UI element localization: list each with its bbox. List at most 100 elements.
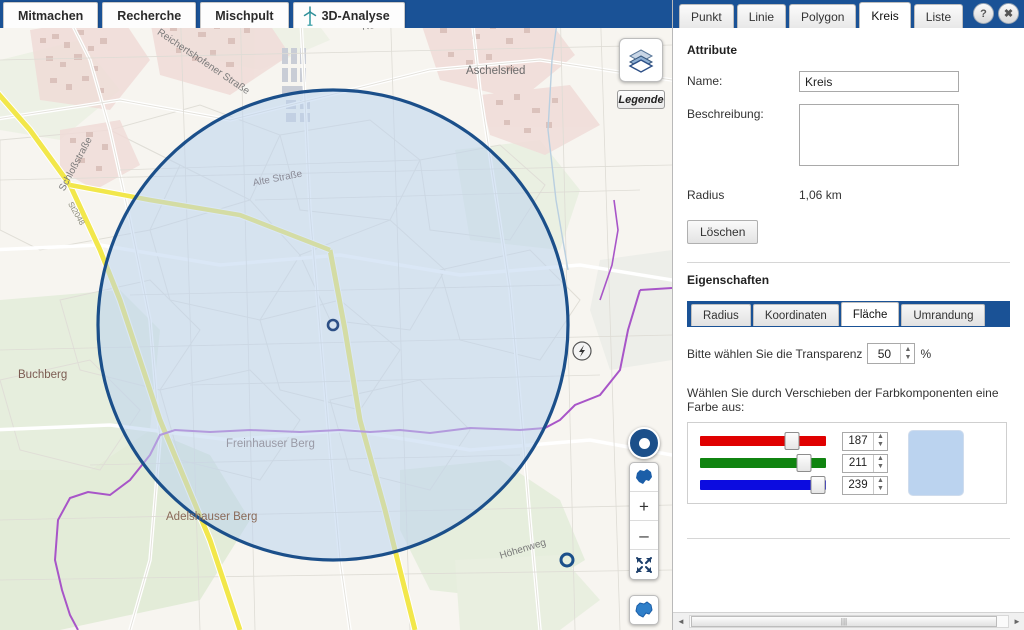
- blue-value-row: ▲ ▼: [842, 474, 888, 496]
- tab-recherche[interactable]: Recherche: [102, 2, 197, 28]
- legend-button[interactable]: Legende: [617, 90, 665, 109]
- green-value-row: ▲ ▼: [842, 452, 888, 474]
- tab-3d-analyse[interactable]: 3D-Analyse: [292, 2, 405, 28]
- blue-input[interactable]: [843, 476, 873, 494]
- close-button[interactable]: ✖: [998, 3, 1019, 24]
- transparency-spin-arrows[interactable]: ▲ ▼: [900, 344, 915, 363]
- blue-stepper[interactable]: ▲ ▼: [842, 475, 888, 495]
- blue-slider-row: [700, 474, 832, 496]
- scrollbar-grip-icon: |||: [840, 617, 848, 626]
- red-spin-arrows[interactable]: ▲ ▼: [873, 432, 887, 450]
- map-control-stack: + –: [629, 462, 659, 580]
- panel-tab-label: Kreis: [871, 8, 899, 23]
- tab-label: 3D-Analyse: [321, 8, 390, 23]
- panel-tab-polygon[interactable]: Polygon: [789, 4, 857, 28]
- color-value-column: ▲ ▼ ▲ ▼: [842, 430, 888, 496]
- zoom-in-button[interactable]: +: [630, 492, 658, 521]
- close-icon: ✖: [1003, 8, 1014, 20]
- blue-slider-track[interactable]: [700, 476, 826, 494]
- color-preview-swatch: [908, 430, 964, 496]
- panel-tab-label: Linie: [748, 9, 775, 24]
- red-stepper[interactable]: ▲ ▼: [842, 431, 888, 451]
- spin-down-icon[interactable]: ▼: [877, 441, 884, 449]
- section-divider: [687, 262, 1010, 263]
- name-field-row: Name:: [687, 71, 1010, 92]
- properties-heading: Eigenschaften: [687, 273, 770, 287]
- green-slider-knob[interactable]: [796, 454, 812, 472]
- green-slider-track[interactable]: [700, 454, 826, 472]
- bavaria-overview-button[interactable]: [629, 595, 659, 625]
- spin-up-icon[interactable]: ▲: [904, 346, 911, 354]
- panel-tab-kreis[interactable]: Kreis: [859, 2, 911, 28]
- description-textarea[interactable]: [799, 104, 959, 166]
- description-field-row: Beschreibung:: [687, 104, 1010, 166]
- spin-down-icon[interactable]: ▼: [877, 485, 884, 493]
- spin-down-icon[interactable]: ▼: [877, 463, 884, 471]
- panel-tab-punkt[interactable]: Punkt: [679, 4, 734, 28]
- spin-up-icon[interactable]: ▲: [877, 455, 884, 463]
- fullscreen-arrows-icon: [636, 556, 652, 573]
- help-button[interactable]: ?: [973, 3, 994, 24]
- spin-up-icon[interactable]: ▲: [877, 433, 884, 441]
- zoom-out-label: –: [639, 525, 649, 545]
- panel-tab-label: Polygon: [801, 9, 845, 24]
- panel-horizontal-scrollbar[interactable]: ◄ ||| ►: [673, 612, 1024, 630]
- spin-up-icon[interactable]: ▲: [877, 477, 884, 485]
- fullscreen-button[interactable]: [630, 550, 658, 579]
- bavaria-outline-icon: [636, 469, 652, 484]
- map-viewport[interactable]: Schloßstraße Reichertshofener Straße Rei…: [0, 0, 672, 630]
- locate-target-button[interactable]: [628, 427, 660, 459]
- panel-content: Attribute Name: Beschreibung: Radius 1,0…: [673, 43, 1024, 623]
- green-slider-row: [700, 452, 832, 474]
- zoom-out-button[interactable]: –: [630, 521, 658, 550]
- prop-tab-radius[interactable]: Radius: [691, 304, 751, 326]
- red-slider-track[interactable]: [700, 432, 826, 450]
- scroll-left-arrow[interactable]: ◄: [673, 613, 689, 630]
- prop-tab-label: Radius: [703, 309, 739, 322]
- panel-tab-linie[interactable]: Linie: [736, 4, 787, 28]
- percent-sign: %: [920, 346, 932, 361]
- panel-tab-label: Punkt: [691, 9, 722, 24]
- scrollbar-thumb[interactable]: |||: [691, 616, 997, 627]
- attributes-heading: Attribute: [687, 43, 737, 57]
- spin-down-icon[interactable]: ▼: [904, 354, 911, 362]
- prop-tab-label: Koordinaten: [764, 309, 827, 322]
- prop-tab-umrandung[interactable]: Umrandung: [901, 304, 986, 326]
- layer-switcher-button[interactable]: [619, 38, 663, 82]
- zoom-in-label: +: [639, 496, 649, 516]
- prop-tab-koordinaten[interactable]: Koordinaten: [752, 304, 839, 326]
- color-sliders: [700, 430, 832, 496]
- scroll-right-arrow[interactable]: ►: [1009, 613, 1024, 630]
- transparency-input[interactable]: [868, 344, 901, 363]
- transparency-stepper[interactable]: ▲ ▼: [867, 343, 916, 364]
- prop-tab-flaeche[interactable]: Fläche: [840, 302, 900, 326]
- bavaria-extent-button[interactable]: [630, 463, 658, 492]
- tab-mitmachen[interactable]: Mitmachen: [3, 2, 99, 28]
- radius-row: Radius 1,06 km: [687, 188, 1010, 202]
- tool-panel: Punkt Linie Polygon Kreis Liste ? ✖ Attr…: [672, 0, 1024, 630]
- blue-slider-knob[interactable]: [810, 476, 826, 494]
- description-label: Beschreibung:: [687, 107, 764, 121]
- properties-tab-bar: Radius Koordinaten Fläche Umrandung: [687, 301, 1010, 327]
- map-canvas[interactable]: [0, 0, 672, 630]
- help-icon: ?: [980, 7, 987, 20]
- radius-label: Radius: [687, 188, 725, 202]
- prop-tab-label: Fläche: [852, 308, 888, 321]
- red-slider-knob[interactable]: [784, 432, 800, 450]
- green-spin-arrows[interactable]: ▲ ▼: [873, 454, 887, 472]
- bavaria-outline-icon: [635, 601, 653, 618]
- bottom-divider: [687, 538, 1010, 539]
- panel-tab-label: Liste: [925, 9, 952, 24]
- name-input[interactable]: [799, 71, 959, 92]
- tab-label: Recherche: [117, 8, 182, 23]
- scrollbar-trough[interactable]: |||: [689, 615, 1009, 628]
- tab-mischpult[interactable]: Mischpult: [200, 2, 289, 28]
- radius-value: 1,06 km: [799, 188, 842, 202]
- red-input[interactable]: [843, 432, 873, 450]
- tab-label: Mischpult: [215, 8, 274, 23]
- panel-tab-liste[interactable]: Liste: [913, 4, 964, 28]
- green-stepper[interactable]: ▲ ▼: [842, 453, 888, 473]
- green-input[interactable]: [843, 454, 873, 472]
- delete-button[interactable]: Löschen: [687, 220, 759, 244]
- blue-spin-arrows[interactable]: ▲ ▼: [873, 476, 887, 494]
